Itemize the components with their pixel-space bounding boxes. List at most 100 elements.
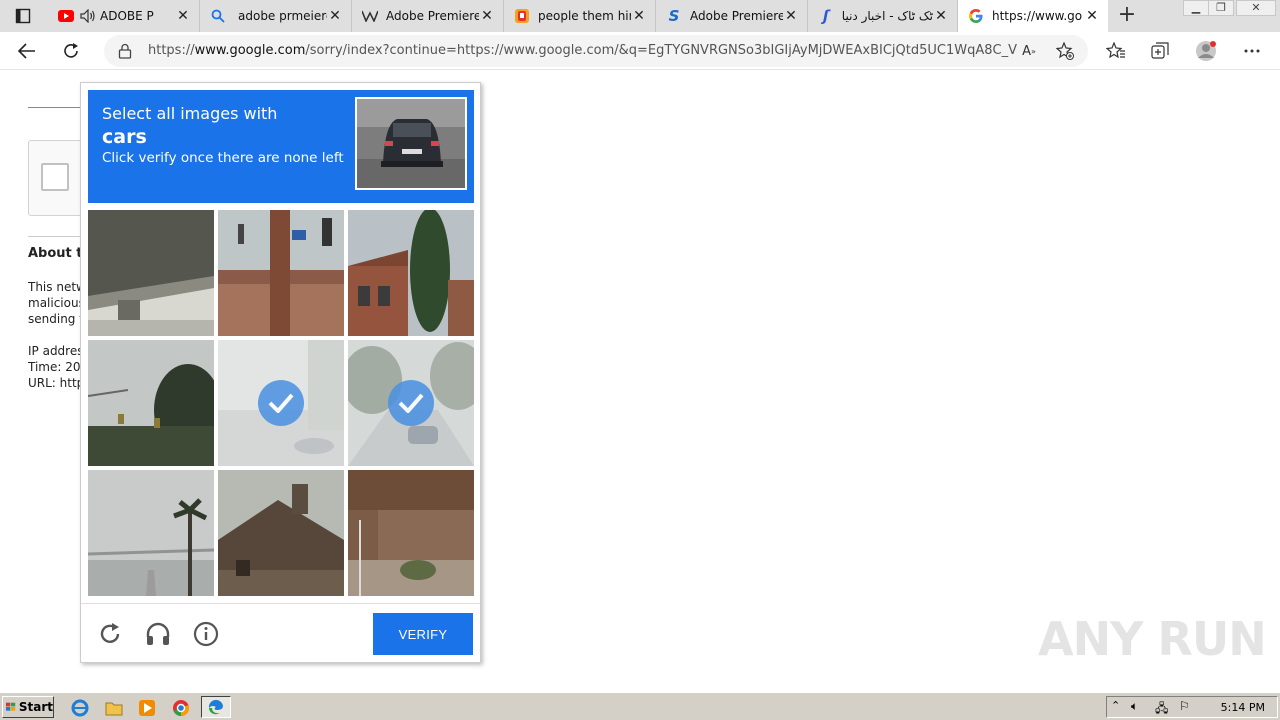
media-player-icon[interactable] — [137, 698, 157, 718]
start-button[interactable]: Start — [2, 696, 54, 718]
restore-button[interactable]: ❐ — [1208, 0, 1234, 16]
headphones-icon — [146, 622, 170, 645]
close-icon[interactable]: ✕ — [479, 8, 495, 24]
add-favorite-icon[interactable] — [1056, 42, 1074, 60]
new-tab-button[interactable]: + — [1116, 4, 1138, 26]
image-tile[interactable] — [348, 210, 474, 336]
page-divider — [28, 236, 80, 237]
address-bar[interactable]: https://www.google.com/sorry/index?conti… — [104, 35, 1088, 67]
profile-button[interactable] — [1193, 38, 1219, 64]
tab-pdf[interactable]: people them hir ✕ — [504, 0, 656, 32]
refresh-button[interactable] — [56, 36, 86, 66]
tab-title: people them hir — [538, 9, 631, 23]
reload-icon — [100, 623, 120, 643]
image-tile[interactable] — [348, 340, 474, 466]
tab-title: https://www.go — [992, 9, 1083, 23]
close-icon[interactable]: ✕ — [933, 8, 949, 24]
settings-menu-button[interactable] — [1239, 38, 1265, 64]
pdf-icon — [514, 8, 530, 24]
back-button[interactable] — [12, 36, 42, 66]
network-icon[interactable]: 🖧︎ — [1155, 699, 1168, 720]
image-tile[interactable] — [218, 340, 344, 466]
recaptcha-anchor[interactable] — [28, 140, 88, 216]
close-icon[interactable]: ✕ — [631, 8, 647, 24]
refresh-icon — [64, 43, 78, 58]
target-object: cars — [102, 126, 147, 148]
collections-icon — [1151, 42, 1169, 59]
image-tile[interactable] — [88, 210, 214, 336]
tray-expand-icon[interactable]: ⌃ — [1111, 699, 1120, 712]
image-tile[interactable] — [88, 340, 214, 466]
tab-adobe-premiere[interactable]: S Adobe Premiere ✕ — [656, 0, 808, 32]
close-icon[interactable]: ✕ — [175, 8, 191, 24]
tab-search[interactable]: adobe prmeiere ✕ — [200, 0, 352, 32]
read-aloud-icon[interactable]: A» — [1020, 42, 1038, 60]
flag-icon[interactable]: ⚐ — [1179, 699, 1190, 713]
captcha-challenge: Select all images with cars Click verify… — [80, 82, 481, 663]
tab-urdu-news[interactable]: ʃ ٹک ٹاک - اخبار دنیا ✕ — [808, 0, 958, 32]
collections-button[interactable] — [1147, 38, 1173, 64]
verify-button[interactable]: VERIFY — [373, 613, 473, 655]
tab-wikipedia[interactable]: Adobe Premiere ✕ — [352, 0, 504, 32]
anyrun-watermark: ANY RUN — [1038, 612, 1267, 666]
folder-icon[interactable] — [104, 698, 124, 718]
sample-image — [355, 97, 467, 190]
close-window-button[interactable]: ✕ — [1236, 0, 1276, 16]
page-divider — [28, 107, 80, 108]
tab-title: adobe prmeiere — [238, 9, 327, 23]
reload-challenge-button[interactable] — [95, 619, 125, 649]
google-icon — [968, 8, 984, 24]
time-line: Time: 20 — [28, 360, 80, 374]
tab-actions-button[interactable] — [6, 2, 40, 30]
close-icon[interactable]: ✕ — [783, 8, 799, 24]
instruction-hint: Click verify once there are none left — [102, 150, 344, 166]
captcha-instructions: Select all images with cars Click verify… — [88, 90, 474, 203]
browser-toolbar: https://www.google.com/sorry/index?conti… — [0, 32, 1280, 70]
start-label: Start — [18, 700, 53, 714]
image-tile[interactable] — [218, 470, 344, 596]
edge-taskbar-button[interactable] — [201, 696, 231, 718]
s-logo-icon: S — [668, 7, 680, 25]
about-text-line: malicious — [28, 296, 80, 310]
more-horizontal-icon — [1244, 49, 1260, 53]
ip-address-line: IP addres — [28, 344, 80, 358]
image-tile[interactable] — [218, 210, 344, 336]
tab-strip: ADOBE P ✕ adobe prmeiere ✕ Adobe Premier… — [0, 0, 1280, 32]
close-icon[interactable]: ✕ — [1084, 8, 1100, 24]
help-button[interactable] — [191, 619, 221, 649]
favorites-icon — [1106, 42, 1125, 59]
audio-challenge-button[interactable] — [143, 619, 173, 649]
search-icon — [210, 8, 226, 24]
tab-google-sorry[interactable]: https://www.go ✕ — [958, 0, 1108, 32]
tab-youtube[interactable]: ADOBE P ✕ — [48, 0, 200, 32]
tab-title: Adobe Premiere — [386, 9, 479, 23]
url-text: https://www.google.com/sorry/index?conti… — [148, 43, 1018, 58]
windows-logo-icon — [6, 702, 16, 711]
taskbar: Start ⌃ 🔈︎ 🖧︎ ⚐ 5:14 PM — [0, 692, 1280, 720]
image-tile[interactable] — [348, 470, 474, 596]
tab-title: ٹک ٹاک - اخبار دنیا — [842, 9, 933, 23]
youtube-icon — [58, 8, 74, 24]
audio-playing-icon[interactable] — [80, 8, 96, 24]
s-logo-icon: ʃ — [822, 7, 830, 25]
arrow-left-icon — [18, 43, 35, 59]
avatar — [1196, 41, 1216, 61]
not-a-robot-checkbox[interactable] — [41, 163, 69, 191]
system-tray: ⌃ 🔈︎ 🖧︎ ⚐ 5:14 PM — [1106, 696, 1278, 718]
tab-actions-icon — [15, 8, 31, 24]
selected-check-icon — [388, 380, 434, 426]
url-line: URL: http — [28, 376, 80, 390]
selected-check-icon — [258, 380, 304, 426]
image-grid — [88, 210, 474, 596]
close-icon[interactable]: ✕ — [327, 8, 343, 24]
edge-icon — [208, 699, 223, 715]
clock[interactable]: 5:14 PM — [1221, 701, 1265, 714]
minimize-button[interactable]: ▁ — [1183, 0, 1209, 16]
favorites-button[interactable] — [1103, 38, 1129, 64]
lock-icon[interactable] — [118, 43, 132, 63]
instruction-line: Select all images with — [102, 104, 278, 123]
volume-icon[interactable]: 🔈︎ — [1131, 699, 1138, 714]
image-tile[interactable] — [88, 470, 214, 596]
ie-icon[interactable] — [70, 698, 90, 718]
chrome-icon[interactable] — [171, 698, 191, 718]
